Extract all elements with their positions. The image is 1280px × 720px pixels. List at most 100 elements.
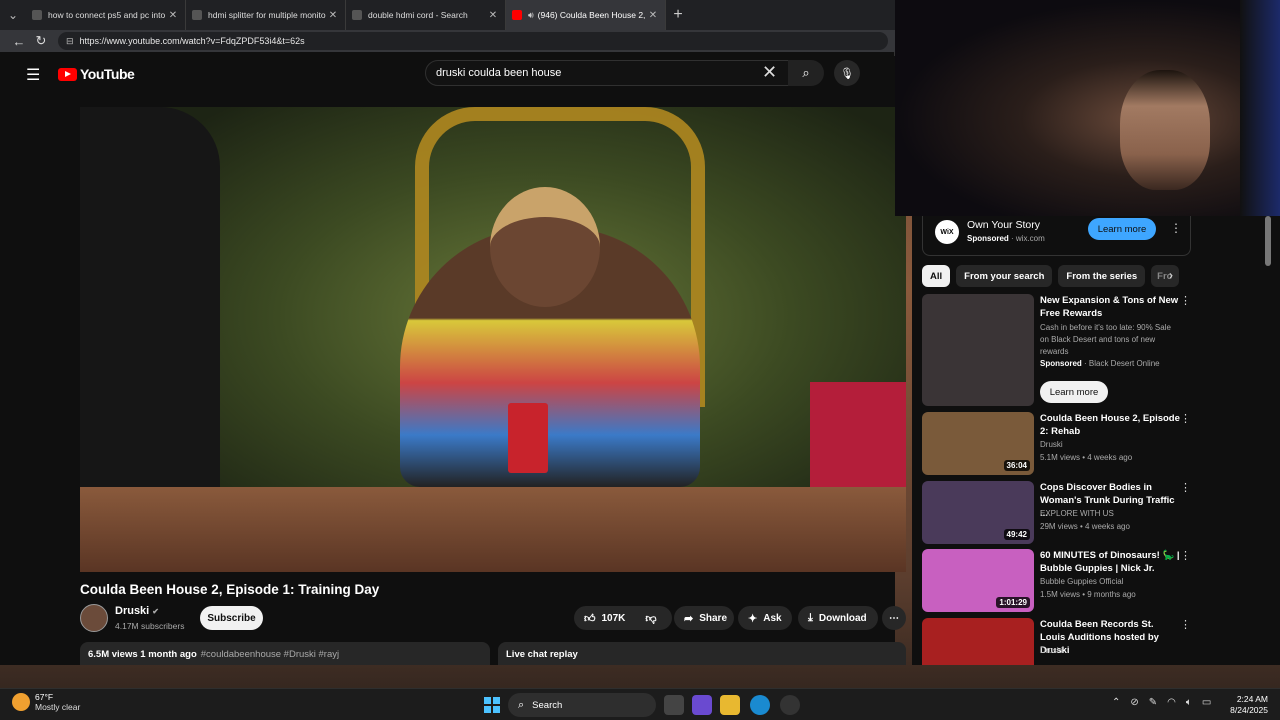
search-favicon-icon bbox=[192, 10, 202, 20]
tab-title: (946) Coulda Been House 2, bbox=[537, 10, 646, 20]
views-and-age: 6.5M views 1 month ago bbox=[88, 649, 197, 660]
recommendation-ad[interactable]: New Expansion & Tons of New Free Rewards… bbox=[922, 294, 1198, 406]
search-query: druski coulda been house bbox=[436, 67, 562, 79]
tab-4-active[interactable]: 🔊︎ (946) Coulda Been House 2, ✕ bbox=[506, 0, 666, 30]
youtube-page: ☰ YouTube druski coulda been house ✕ ⌕ 🎙… bbox=[10, 56, 906, 665]
sponsored-ad-card[interactable]: WiX Own Your Story Sponsored · wix.com L… bbox=[922, 216, 1191, 256]
back-icon[interactable]: ← bbox=[8, 34, 30, 49]
voice-search-button[interactable]: 🎙︎ bbox=[834, 60, 860, 86]
taskbar-search[interactable]: ⌕ Search bbox=[508, 693, 656, 717]
rec-sponsored: Sponsored bbox=[1040, 359, 1082, 368]
close-tab-icon[interactable]: ✕ bbox=[327, 10, 339, 21]
rec-menu-icon[interactable]: ⋮ bbox=[1180, 294, 1191, 307]
close-tab-icon[interactable]: ✕ bbox=[487, 10, 499, 21]
network-off-icon[interactable]: ⊘ bbox=[1130, 697, 1138, 708]
pen-icon[interactable]: ✎ bbox=[1149, 697, 1157, 708]
search-button[interactable]: ⌕ bbox=[788, 60, 824, 86]
like-count[interactable]: 107K bbox=[602, 613, 626, 624]
youtube-favicon-icon bbox=[512, 10, 522, 20]
rec-channel[interactable]: Druski bbox=[1040, 646, 1063, 655]
rec-menu-icon[interactable]: ⋮ bbox=[1180, 549, 1191, 562]
ask-button[interactable]: ✦ Ask bbox=[738, 606, 792, 630]
chip-all[interactable]: All bbox=[922, 265, 951, 287]
video-thumbnail[interactable] bbox=[922, 294, 1034, 406]
description-box[interactable]: 6.5M views 1 month ago #couldabeenhouse #… bbox=[80, 642, 490, 665]
recommendation-item[interactable]: 1:01:29 60 MINUTES of Dinosaurs! 🦕 | Bub… bbox=[922, 549, 1198, 612]
tab-list-chevron-icon[interactable]: ⌄ bbox=[0, 0, 26, 30]
edge-browser-icon[interactable] bbox=[750, 695, 770, 715]
clock[interactable]: 2:24 AM 8/24/2025 bbox=[1228, 694, 1268, 716]
rec-title[interactable]: 60 MINUTES of Dinosaurs! 🦕 | Bubble Gupp… bbox=[1040, 549, 1180, 575]
recommendation-item[interactable]: 49:42 Cops Discover Bodies in Woman's Tr… bbox=[922, 481, 1198, 544]
speaker-icon[interactable]: 🔊︎ bbox=[528, 10, 534, 21]
tab-2[interactable]: hdmi splitter for multiple monito ✕ bbox=[186, 0, 346, 30]
search-favicon-icon bbox=[32, 10, 42, 20]
wifi-icon[interactable]: ◠ bbox=[1167, 697, 1176, 708]
rec-description: Cash in before it's too late: 90% Sale o… bbox=[1040, 323, 1171, 356]
rec-learn-more-button[interactable]: Learn more bbox=[1040, 381, 1108, 403]
filter-chips: All From your search From the series Fro bbox=[922, 265, 1185, 287]
like-icon[interactable]: 👍︎ bbox=[584, 612, 596, 625]
clear-search-icon[interactable]: ✕ bbox=[762, 62, 777, 82]
rec-menu-icon[interactable]: ⋮ bbox=[1180, 412, 1191, 425]
recommendation-item[interactable]: 36:04 Coulda Been House 2, Episode 2: Re… bbox=[922, 412, 1198, 475]
tab-3[interactable]: double hdmi cord - Search ✕ bbox=[346, 0, 506, 30]
file-explorer-icon[interactable] bbox=[720, 695, 740, 715]
ad-menu-icon[interactable]: ⋮ bbox=[1170, 221, 1182, 235]
live-chat-replay[interactable]: Live chat replay bbox=[498, 642, 906, 665]
reload-icon[interactable]: ↻ bbox=[30, 33, 52, 49]
rec-channel[interactable]: Bubble Guppies Official bbox=[1040, 577, 1123, 586]
search-input[interactable]: druski coulda been house bbox=[425, 60, 791, 86]
chip-from-the-series[interactable]: From the series bbox=[1058, 265, 1146, 287]
rec-title[interactable]: New Expansion & Tons of New Free Rewards bbox=[1040, 294, 1180, 320]
rec-menu-icon[interactable]: ⋮ bbox=[1180, 618, 1191, 631]
battery-icon[interactable]: ▭ bbox=[1202, 697, 1211, 708]
close-tab-icon[interactable]: ✕ bbox=[167, 10, 179, 21]
video-thumbnail[interactable] bbox=[922, 618, 1034, 665]
channel-name[interactable]: Druski bbox=[115, 605, 149, 617]
rec-channel[interactable]: Druski bbox=[1040, 440, 1063, 449]
dislike-icon[interactable]: 👎︎ bbox=[645, 612, 656, 625]
youtube-logo[interactable]: YouTube bbox=[58, 66, 135, 82]
download-button[interactable]: ⤓ Download bbox=[798, 606, 878, 630]
subscribe-button[interactable]: Subscribe bbox=[200, 606, 263, 630]
rec-menu-icon[interactable]: ⋮ bbox=[1180, 481, 1191, 494]
video-thumbnail[interactable]: 1:01:29 bbox=[922, 549, 1034, 612]
site-info-icon[interactable]: ⊟ bbox=[66, 36, 74, 47]
video-player[interactable] bbox=[80, 107, 906, 572]
chip-truncated[interactable]: Fro bbox=[1151, 265, 1180, 287]
clock-date: 8/24/2025 bbox=[1230, 705, 1268, 715]
url-field[interactable]: ⊟ https://www.youtube.com/watch?v=FdqZPD… bbox=[58, 32, 888, 50]
weather-widget[interactable]: 67°F Mostly clear bbox=[12, 692, 80, 712]
video-thumbnail[interactable]: 36:04 bbox=[922, 412, 1034, 475]
share-icon: ➦ bbox=[684, 612, 694, 625]
app-icon[interactable] bbox=[780, 695, 800, 715]
copilot-icon[interactable] bbox=[692, 695, 712, 715]
more-actions-button[interactable]: ⋯ bbox=[882, 606, 906, 630]
ad-domain: wix.com bbox=[1015, 234, 1045, 243]
close-tab-icon[interactable]: ✕ bbox=[647, 10, 659, 21]
channel-name-wrap[interactable]: Druski ✔ bbox=[115, 605, 159, 617]
scrollbar-thumb[interactable] bbox=[1265, 216, 1271, 266]
rec-channel[interactable]: EXPLORE WITH US bbox=[1040, 509, 1114, 518]
tab-title: double hdmi cord - Search bbox=[368, 10, 468, 20]
hashtags[interactable]: #couldabeenhouse #Druski #rayj bbox=[201, 649, 339, 660]
chevron-up-icon[interactable]: ⌃ bbox=[1112, 697, 1120, 708]
task-view-icon[interactable] bbox=[664, 695, 684, 715]
rec-title[interactable]: Coulda Been House 2, Episode 2: Rehab bbox=[1040, 412, 1180, 438]
recommendation-item[interactable]: Coulda Been Records St. Louis Auditions … bbox=[922, 618, 1198, 665]
share-button[interactable]: ➦ Share bbox=[674, 606, 734, 630]
tab-1[interactable]: how to connect ps5 and pc into a ✕ bbox=[26, 0, 186, 30]
windows-start-icon[interactable] bbox=[484, 697, 500, 713]
new-tab-icon[interactable]: + bbox=[666, 6, 690, 24]
video-thumbnail[interactable]: 49:42 bbox=[922, 481, 1034, 544]
chip-from-your-search[interactable]: From your search bbox=[956, 265, 1053, 287]
sidebar-scrollbar[interactable] bbox=[1265, 216, 1271, 665]
volume-icon[interactable]: 🔈︎ bbox=[1186, 697, 1192, 708]
recommendations-sidebar: WiX Own Your Story Sponsored · wix.com L… bbox=[912, 216, 1280, 665]
channel-avatar[interactable] bbox=[80, 604, 108, 632]
webcam-person bbox=[1120, 70, 1210, 190]
ad-learn-more-button[interactable]: Learn more bbox=[1088, 218, 1156, 240]
chevron-right-icon[interactable]: › bbox=[1169, 268, 1173, 282]
menu-icon[interactable]: ☰ bbox=[26, 65, 40, 85]
